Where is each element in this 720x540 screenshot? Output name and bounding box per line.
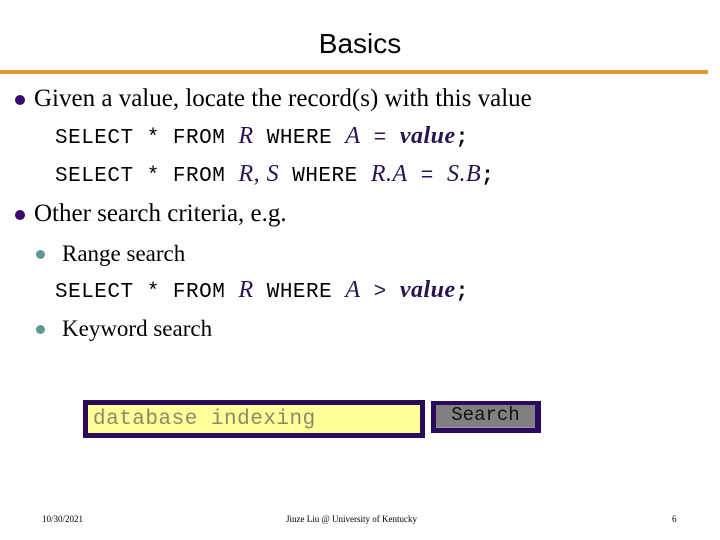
sql-relation: R, S bbox=[238, 161, 280, 187]
bullet-text: Given a value, locate the record(s) with… bbox=[34, 85, 532, 112]
search-input[interactable] bbox=[88, 405, 420, 433]
sub-bullet-icon bbox=[36, 250, 45, 259]
sql-keyword: SELECT * FROM bbox=[55, 165, 239, 188]
sql-keyword: WHERE bbox=[253, 127, 346, 150]
page-number: 6 bbox=[672, 514, 677, 524]
sql-query-2: SELECT * FROM R, S WHERE R.A = S.B; bbox=[55, 161, 494, 188]
sql-attribute: R.A bbox=[370, 161, 408, 187]
sql-attribute: A bbox=[345, 123, 361, 149]
sub-bullet-icon bbox=[36, 325, 45, 334]
sql-value: value bbox=[399, 277, 456, 303]
sql-relation: R bbox=[238, 277, 254, 303]
title-divider bbox=[0, 70, 708, 74]
footer-date: 10/30/2021 bbox=[42, 514, 84, 524]
sql-keyword: SELECT * FROM bbox=[55, 127, 239, 150]
sql-operator: = bbox=[360, 127, 400, 150]
sql-keyword: WHERE bbox=[253, 281, 346, 304]
sql-operator: = bbox=[407, 165, 447, 188]
bullet-icon bbox=[15, 95, 25, 105]
sub-bullet-text: Range search bbox=[62, 241, 186, 266]
search-button-label: Search bbox=[436, 405, 535, 428]
sql-semicolon: ; bbox=[455, 281, 469, 304]
sql-query-1: SELECT * FROM R WHERE A = value; bbox=[55, 123, 469, 150]
search-button[interactable]: Search bbox=[431, 401, 541, 433]
sql-relation: R bbox=[238, 123, 254, 149]
sql-value: value bbox=[399, 123, 456, 149]
sql-attribute: S.B bbox=[446, 161, 482, 187]
sql-keyword: WHERE bbox=[279, 165, 371, 188]
sub-bullet-text: Keyword search bbox=[62, 316, 213, 341]
sql-query-range: SELECT * FROM R WHERE A > value; bbox=[55, 277, 469, 304]
slide-title: Basics bbox=[318, 28, 402, 59]
bullet-text: Other search criteria, e.g. bbox=[34, 200, 287, 227]
sql-semicolon: ; bbox=[455, 127, 469, 150]
sql-operator: > bbox=[360, 281, 400, 304]
footer-author: Jinze Liu @ University of Kentucky bbox=[286, 514, 418, 524]
sql-keyword: SELECT * FROM bbox=[55, 281, 239, 304]
sql-attribute: A bbox=[345, 277, 361, 303]
bullet-icon bbox=[15, 210, 25, 220]
keyword-search-box bbox=[83, 400, 425, 438]
sql-semicolon: ; bbox=[481, 165, 495, 188]
